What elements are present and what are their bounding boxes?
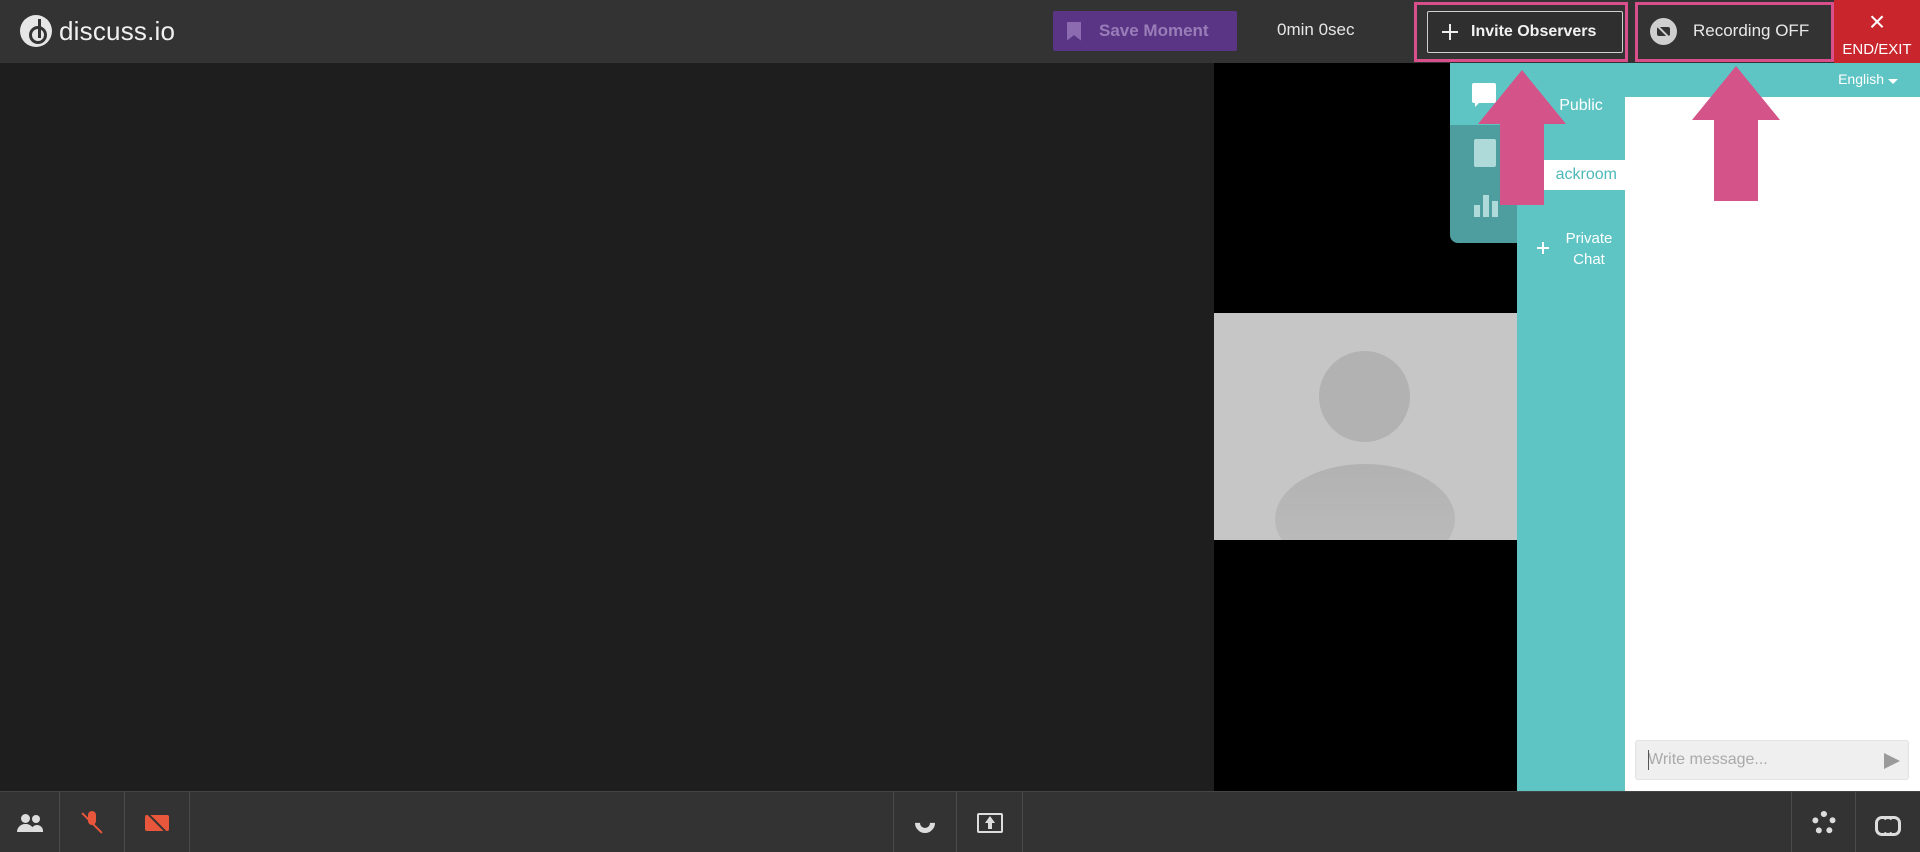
language-select[interactable]: English (1838, 71, 1884, 87)
screen-share-button[interactable] (957, 792, 1023, 852)
link-icon (1875, 815, 1901, 836)
session-timer: 0min 0sec (1277, 20, 1355, 39)
phone-button[interactable] (893, 792, 957, 852)
end-exit-button[interactable]: × END/EXIT (1834, 0, 1920, 63)
message-placeholder: Write message... (1648, 751, 1768, 768)
camera-off-icon (145, 814, 169, 831)
chart-icon[interactable] (1474, 193, 1498, 217)
app-root: discuss.io Save Moment 0min 0sec Invite … (0, 0, 1920, 852)
top-bar: discuss.io Save Moment 0min 0sec Invite … (0, 0, 1920, 63)
avatar-body (1275, 464, 1455, 540)
chat-panel: English Write message... (1625, 63, 1920, 791)
mute-mic-button[interactable] (60, 792, 125, 852)
avatar-head (1319, 351, 1410, 442)
notes-icon[interactable] (1474, 139, 1496, 167)
save-moment-label: Save Moment (1099, 21, 1209, 40)
mic-off-icon (84, 810, 100, 835)
close-icon: × (1868, 6, 1886, 37)
chevron-down-icon (1888, 79, 1898, 84)
private-chat-line1: Private (1565, 230, 1613, 247)
participant-tile[interactable] (1214, 313, 1517, 540)
recording-highlight (1635, 2, 1834, 62)
invite-observers-highlight (1414, 2, 1628, 62)
chat-header: English (1625, 63, 1920, 97)
screen-share-icon (976, 812, 1003, 833)
participants-icon (16, 813, 43, 832)
camera-toggle-button[interactable] (125, 792, 190, 852)
logo-text: discuss.io (59, 15, 176, 46)
logo: discuss.io (20, 15, 175, 47)
plus-icon (1537, 242, 1549, 254)
copy-link-button[interactable] (1856, 792, 1920, 852)
phone-icon (910, 808, 940, 837)
main-video-area (0, 63, 1214, 791)
settings-icon (1811, 810, 1836, 835)
chat-icon (1472, 83, 1496, 107)
logo-icon (20, 15, 52, 47)
private-chat-line2: Chat (1573, 251, 1605, 268)
bookmark-icon (1067, 21, 1081, 41)
settings-button[interactable] (1791, 792, 1856, 852)
private-chat-label: Private Chat (1553, 228, 1625, 270)
text-cursor (1648, 750, 1649, 770)
message-input[interactable]: Write message... (1635, 740, 1909, 780)
bottom-bar (0, 791, 1920, 852)
end-exit-label: END/EXIT (1842, 41, 1912, 58)
participants-button[interactable] (0, 792, 60, 852)
save-moment-button[interactable]: Save Moment (1053, 11, 1237, 51)
send-icon[interactable] (1884, 753, 1900, 769)
